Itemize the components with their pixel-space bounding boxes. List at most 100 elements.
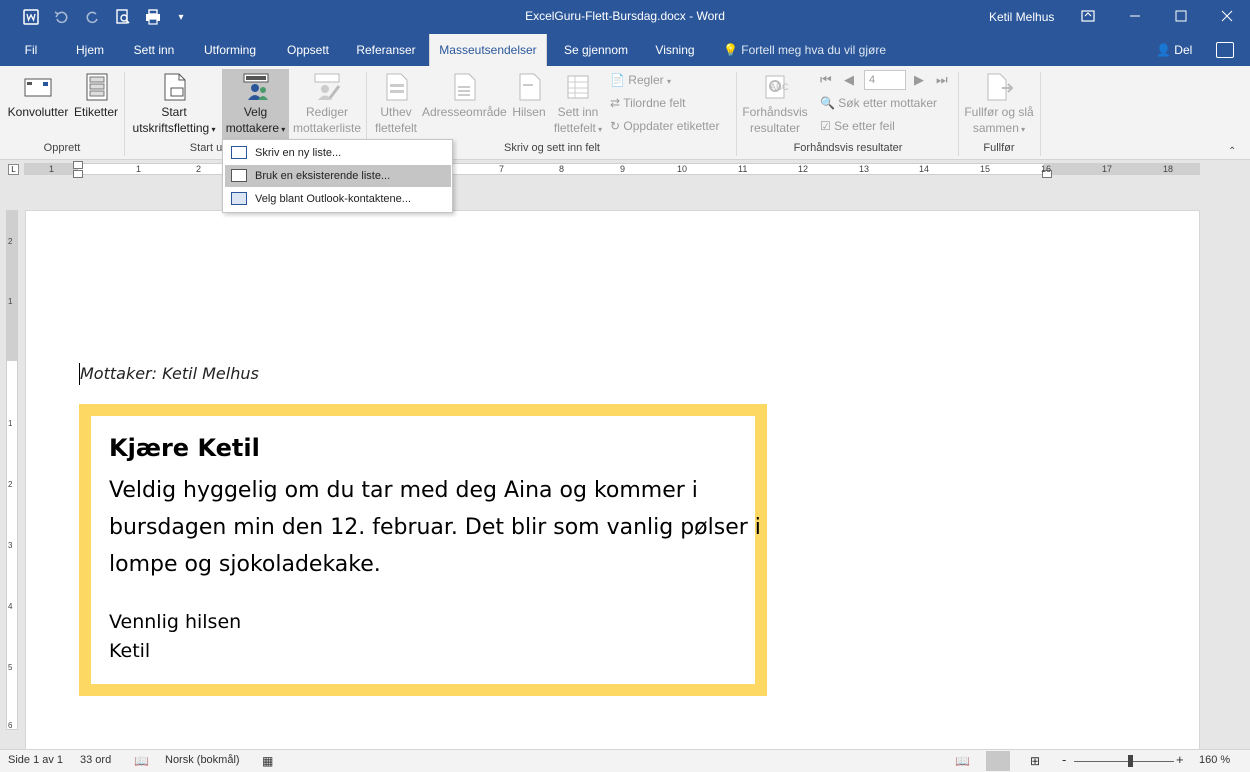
check-errors-button[interactable]: ☑ Se etter feil: [820, 116, 895, 136]
highlight-merge-fields-button[interactable]: Uthev flettefelt: [370, 72, 422, 136]
menu-item-outlook-contacts[interactable]: Velg blant Outlook-kontaktene...: [225, 188, 451, 210]
zoom-slider-track[interactable]: [1074, 761, 1174, 762]
address-block-button[interactable]: Adresseområde: [422, 72, 507, 120]
first-record-icon[interactable]: ⏮: [820, 70, 832, 90]
print-layout-icon[interactable]: [986, 751, 1010, 771]
read-mode-icon[interactable]: 📖: [955, 754, 970, 768]
minimize-icon[interactable]: [1112, 0, 1158, 32]
comments-icon[interactable]: [1216, 42, 1234, 58]
match-fields-button[interactable]: ⇄ Tilordne felt: [610, 93, 685, 113]
quick-print-icon[interactable]: [144, 8, 162, 26]
envelopes-label: Konvolutter: [7, 105, 69, 119]
print-preview-icon[interactable]: [114, 8, 132, 26]
envelopes-button[interactable]: Konvolutter: [6, 72, 70, 120]
group-label-finish: Fullfør: [983, 142, 1015, 154]
select-recipients-button[interactable]: Velg mottakere ▾: [222, 69, 289, 141]
vruler-tick: 1: [8, 297, 13, 306]
macro-icon[interactable]: ▦: [262, 754, 273, 768]
tell-me-search[interactable]: 💡 Fortell meg hva du vil gjøre: [723, 34, 886, 66]
last-record-icon[interactable]: ⏭: [936, 70, 948, 90]
tab-file[interactable]: Fil: [14, 34, 48, 66]
labels-icon: [81, 72, 111, 102]
highlight-fields-icon: [381, 72, 411, 102]
record-number-input[interactable]: [864, 70, 906, 90]
collapse-ribbon-icon[interactable]: ⌃: [1228, 146, 1236, 157]
tab-references[interactable]: Referanser: [350, 34, 422, 66]
ruler-tick: 16: [1041, 164, 1052, 174]
find-recipient-button[interactable]: 🔍 Søk etter mottaker: [820, 93, 937, 113]
start-mail-merge-label-2: utskriftsfletting: [132, 121, 210, 135]
finish-merge-button[interactable]: Fullfør og slå sammen ▾: [960, 72, 1038, 138]
finish-merge-label-2: sammen: [972, 121, 1019, 135]
insert-merge-field-button[interactable]: Sett inn flettefelt ▾: [550, 72, 606, 138]
menu-item-type-new-list[interactable]: Skriv en ny liste...: [225, 142, 451, 164]
group-separator: [958, 72, 959, 156]
user-name[interactable]: Ketil Melhus: [989, 10, 1054, 24]
invitation-frame[interactable]: Kjære Ketil Veldig hyggelig om du tar me…: [79, 404, 767, 696]
zoom-slider-thumb[interactable]: [1128, 755, 1133, 767]
zoom-out-button[interactable]: -: [1062, 752, 1066, 767]
redo-icon[interactable]: [84, 8, 102, 26]
menu-item-label: Skriv en ny liste...: [255, 147, 342, 159]
closing-text: Vennlig hilsen: [109, 611, 242, 633]
start-mail-merge-button[interactable]: Start utskriftsfletting ▾: [128, 72, 220, 138]
menu-item-use-existing-list[interactable]: Bruk en eksisterende liste...: [225, 165, 451, 187]
greeting-line-button[interactable]: Hilsen: [508, 72, 550, 120]
close-icon[interactable]: [1204, 0, 1250, 32]
tell-me-text: Fortell meg hva du vil gjøre: [741, 43, 887, 57]
page-count[interactable]: Side 1 av 1: [8, 754, 63, 766]
address-block-icon: [449, 72, 479, 102]
search-icon: 🔍: [820, 96, 835, 110]
dropdown-arrow-icon: ▾: [1018, 125, 1026, 134]
ribbon-tabs: Fil Hjem Sett inn Utforming Oppsett Refe…: [0, 34, 1250, 66]
ribbon-display-icon[interactable]: [1065, 0, 1111, 32]
web-layout-icon[interactable]: ⊞: [1030, 754, 1040, 768]
vertical-scrollbar[interactable]: [1231, 180, 1250, 749]
zoom-in-button[interactable]: +: [1176, 752, 1184, 767]
vertical-ruler[interactable]: 2 1 1 2 3 4 5 6: [6, 210, 18, 730]
labels-button[interactable]: Etiketter: [72, 72, 120, 120]
tab-mailings[interactable]: Masseutsendelser: [429, 34, 547, 66]
contact-card-icon: [231, 192, 247, 205]
edit-recipient-list-button[interactable]: Rediger mottakerliste: [290, 72, 364, 136]
left-indent-marker[interactable]: [73, 170, 83, 178]
rules-button[interactable]: 📄 Regler ▾: [610, 70, 671, 90]
dropdown-arrow-icon: ▾: [279, 125, 286, 134]
tab-insert[interactable]: Sett inn: [126, 34, 182, 66]
edit-list-icon: [312, 72, 342, 102]
tab-home[interactable]: Hjem: [66, 34, 114, 66]
share-button[interactable]: 👤 Del: [1156, 34, 1192, 66]
group-separator: [1040, 72, 1041, 156]
address-block-label: Adresseområde: [422, 105, 507, 119]
dropdown-arrow-icon: ▾: [595, 125, 603, 134]
share-label: Del: [1174, 43, 1193, 57]
horizontal-ruler[interactable]: L 1 1 2 3 4 5 6 7 8 9 10 11 12 13 14 15 …: [0, 160, 1250, 180]
first-line-indent-marker[interactable]: [73, 161, 83, 169]
undo-icon[interactable]: [52, 8, 70, 26]
match-fields-label: Tilordne felt: [623, 96, 686, 110]
highlight-merge-fields-label-1: Uthev: [380, 105, 412, 119]
word-count[interactable]: 33 ord: [80, 754, 111, 766]
update-labels-button[interactable]: ↻ Oppdater etiketter: [610, 116, 719, 136]
group-label-write: Skriv og sett inn felt: [504, 142, 600, 154]
vruler-tick: 6: [8, 721, 13, 730]
customize-toolbar-icon[interactable]: ▾: [172, 8, 190, 26]
previous-record-icon[interactable]: ◀: [844, 70, 854, 90]
language[interactable]: Norsk (bokmål): [165, 754, 240, 766]
preview-results-label-1: Forhåndsvis: [742, 105, 808, 119]
preview-results-button[interactable]: ABC Forhåndsvis resultater: [740, 72, 810, 136]
tab-layout[interactable]: Oppsett: [278, 34, 338, 66]
rules-label: Regler: [628, 73, 664, 87]
proofing-icon[interactable]: 📖: [134, 754, 149, 768]
zoom-level[interactable]: 160 %: [1199, 754, 1230, 766]
tab-view[interactable]: Visning: [646, 34, 704, 66]
tab-stop-icon[interactable]: L: [8, 164, 19, 175]
vruler-tick: 1: [8, 419, 13, 428]
labels-label: Etiketter: [73, 105, 118, 119]
word-logo-icon[interactable]: [22, 8, 40, 26]
tab-review[interactable]: Se gjennom: [556, 34, 636, 66]
tab-design[interactable]: Utforming: [194, 34, 266, 66]
recipient-line[interactable]: Mottaker: Ketil Melhus: [80, 364, 259, 383]
next-record-icon[interactable]: ▶: [914, 70, 924, 90]
maximize-icon[interactable]: [1158, 0, 1204, 32]
